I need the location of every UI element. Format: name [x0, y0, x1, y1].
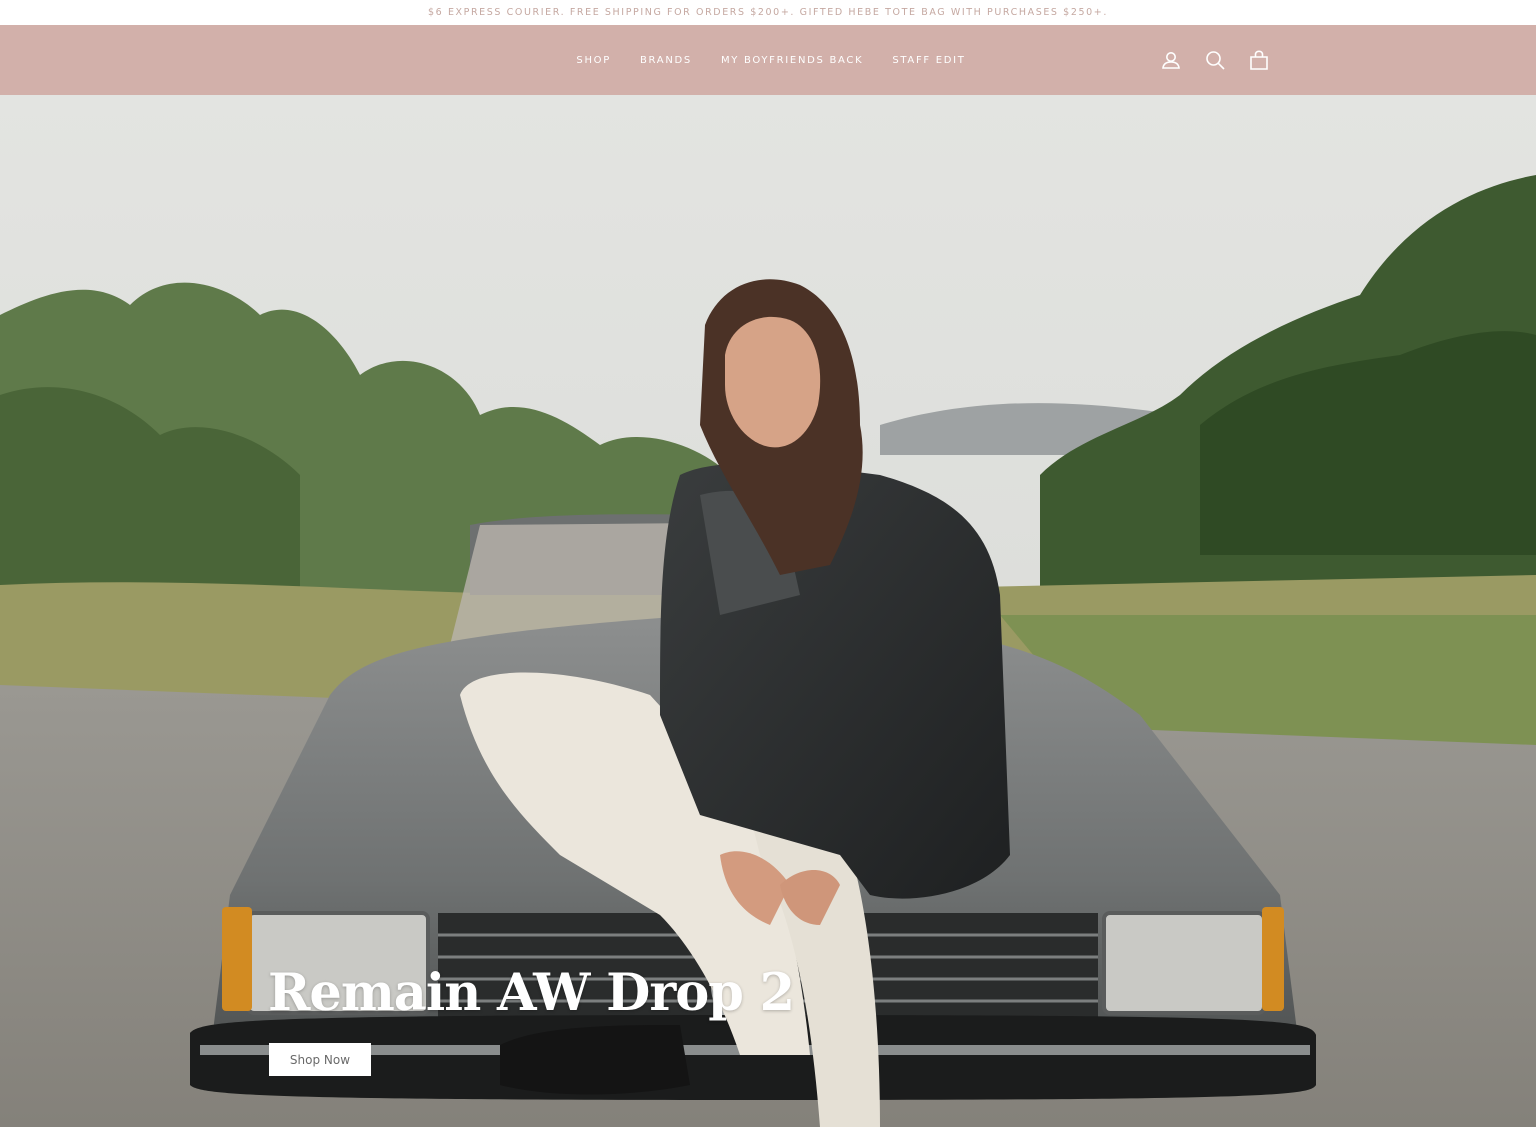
main-nav: SHOP BRANDS MY BOYFRIENDS BACK STAFF EDI…: [0, 25, 1536, 95]
announcement-bar: $6 EXPRESS COURIER. FREE SHIPPING FOR OR…: [0, 0, 1536, 25]
nav-item-brands[interactable]: BRANDS: [640, 55, 692, 66]
nav-item-my-boyfriends-back[interactable]: MY BOYFRIENDS BACK: [721, 55, 863, 66]
nav-item-staff-edit[interactable]: STAFF EDIT: [892, 55, 965, 66]
site-header: SHOP BRANDS MY BOYFRIENDS BACK STAFF EDI…: [0, 25, 1536, 95]
nav-item-shop[interactable]: SHOP: [576, 55, 611, 66]
account-icon[interactable]: [1160, 49, 1182, 71]
cart-icon[interactable]: [1248, 49, 1270, 71]
shop-now-button[interactable]: Shop Now: [269, 1043, 371, 1076]
hero-title: Remain AW Drop 2: [268, 963, 795, 1023]
search-icon[interactable]: [1204, 49, 1226, 71]
hero-banner: Remain AW Drop 2 Shop Now: [0, 95, 1536, 1127]
announcement-text: $6 EXPRESS COURIER. FREE SHIPPING FOR OR…: [428, 7, 1108, 18]
header-icons: [1160, 49, 1270, 71]
